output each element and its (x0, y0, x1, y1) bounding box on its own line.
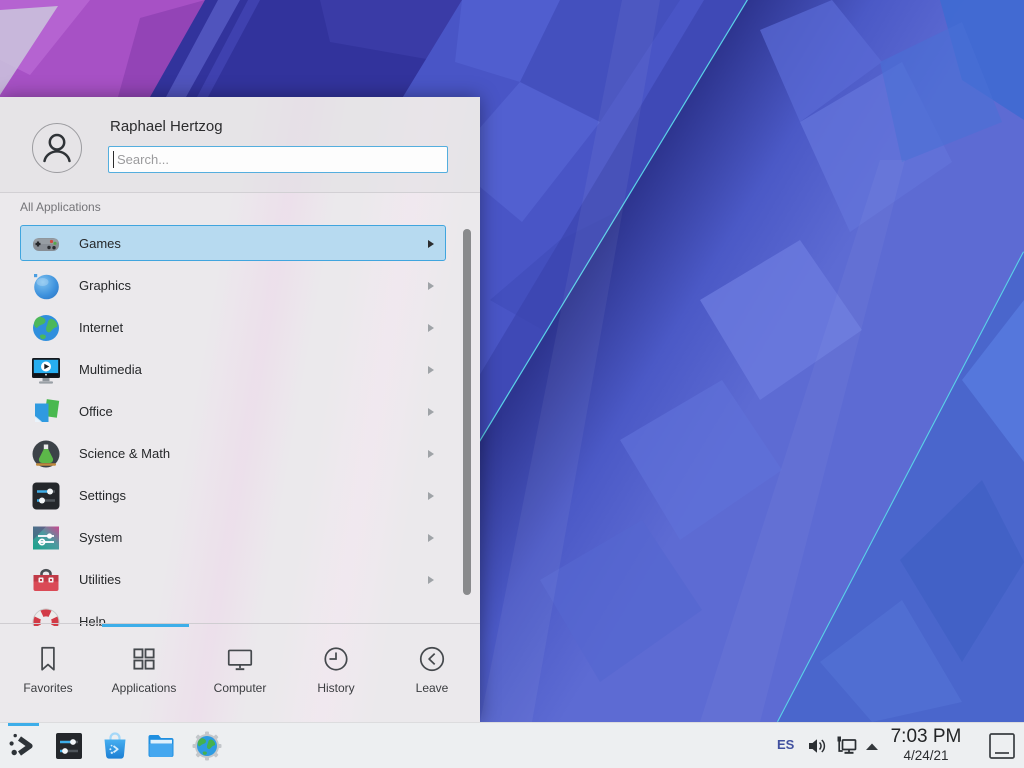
list-scrollbar[interactable] (463, 229, 471, 595)
discover-icon[interactable] (99, 730, 131, 762)
tabbar-separator (0, 623, 480, 624)
user-avatar[interactable] (32, 123, 82, 173)
application-launcher-button[interactable] (7, 730, 39, 762)
user-name: Raphael Hertzog (110, 118, 223, 135)
multimedia-icon (30, 354, 62, 386)
taskbar: ES 7:03 PM 4/24/21 (0, 722, 1024, 768)
category-label: Games (79, 226, 121, 261)
grid-icon (129, 644, 159, 674)
clock[interactable]: 7:03 PM 4/24/21 (870, 726, 982, 764)
tab-label: History (317, 681, 354, 695)
category-row-system[interactable]: System (20, 519, 446, 555)
clock-icon (321, 644, 351, 674)
submenu-arrow-icon (428, 282, 434, 290)
utilities-icon (30, 564, 62, 596)
web-browser-icon[interactable] (191, 730, 223, 762)
system-settings-icon[interactable] (53, 730, 85, 762)
category-row-office[interactable]: Office (20, 393, 446, 429)
desktop: Raphael Hertzog All Applications Games (0, 0, 1024, 768)
internet-icon (30, 312, 62, 344)
science-icon (30, 438, 62, 470)
submenu-arrow-icon (428, 408, 434, 416)
category-label: Internet (79, 310, 123, 345)
application-category-list: Games Graphics (0, 223, 480, 626)
category-row-internet[interactable]: Internet (20, 309, 446, 345)
submenu-arrow-icon (428, 576, 434, 584)
category-row-games[interactable]: Games (20, 225, 446, 261)
tab-label: Computer (214, 681, 267, 695)
volume-icon[interactable] (806, 734, 830, 758)
category-row-science-math[interactable]: Science & Math (20, 435, 446, 471)
application-launcher: Raphael Hertzog All Applications Games (0, 97, 480, 722)
games-icon (30, 228, 62, 260)
submenu-arrow-icon (428, 492, 434, 500)
tab-label: Leave (416, 681, 449, 695)
clock-date: 4/24/21 (870, 748, 982, 764)
network-icon[interactable] (833, 733, 859, 759)
tab-history[interactable]: History (288, 627, 384, 722)
category-row-utilities[interactable]: Utilities (20, 561, 446, 597)
submenu-arrow-icon (428, 366, 434, 374)
category-label: Settings (79, 478, 126, 513)
submenu-arrow-icon (428, 534, 434, 542)
user-icon (33, 124, 81, 172)
system-icon (30, 522, 62, 554)
category-label: Graphics (79, 268, 131, 303)
settings-icon (30, 480, 62, 512)
text-caret (113, 151, 114, 168)
monitor-icon (225, 644, 255, 674)
show-desktop-button[interactable] (988, 732, 1016, 760)
submenu-arrow-icon (428, 450, 434, 458)
office-icon (30, 396, 62, 428)
tab-applications[interactable]: Applications (96, 627, 192, 722)
category-label: System (79, 520, 122, 555)
search-input[interactable] (108, 146, 448, 173)
clock-time: 7:03 PM (870, 726, 982, 748)
submenu-arrow-icon (428, 324, 434, 332)
file-manager-icon[interactable] (145, 730, 177, 762)
launcher-header: Raphael Hertzog (0, 97, 480, 193)
keyboard-layout-indicator[interactable]: ES (777, 737, 794, 752)
category-label: Utilities (79, 562, 121, 597)
tab-favorites[interactable]: Favorites (0, 627, 96, 722)
category-row-settings[interactable]: Settings (20, 477, 446, 513)
tab-label: Applications (112, 681, 177, 695)
tab-label: Favorites (23, 681, 72, 695)
submenu-arrow-icon (428, 240, 434, 248)
category-label: Multimedia (79, 352, 142, 387)
graphics-icon (30, 270, 62, 302)
category-row-multimedia[interactable]: Multimedia (20, 351, 446, 387)
category-label: Office (79, 394, 113, 429)
leave-icon (417, 644, 447, 674)
tab-leave[interactable]: Leave (384, 627, 480, 722)
launcher-active-indicator (8, 723, 39, 726)
launcher-tabbar: Favorites Applications Computer (0, 627, 480, 722)
category-label: Science & Math (79, 436, 170, 471)
bookmark-icon (33, 644, 63, 674)
tab-computer[interactable]: Computer (192, 627, 288, 722)
section-label: All Applications (20, 200, 101, 214)
category-row-graphics[interactable]: Graphics (20, 267, 446, 303)
